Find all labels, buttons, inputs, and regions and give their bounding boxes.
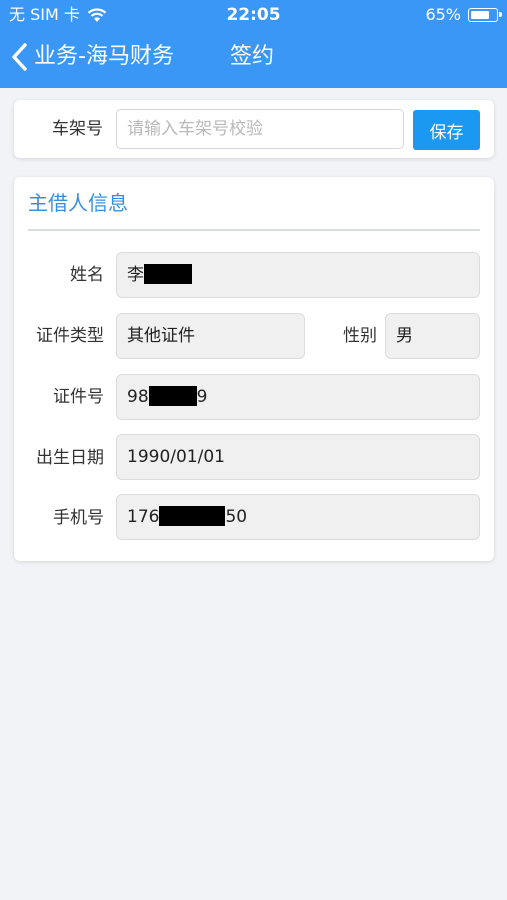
name-field: 李 <box>116 252 480 298</box>
id-type-value: 其他证件 <box>127 326 195 346</box>
redaction-bar <box>144 264 192 284</box>
id-type-field[interactable]: 其他证件 <box>116 313 305 359</box>
vin-input[interactable] <box>116 109 404 149</box>
section-title: 主借人信息 <box>28 191 128 215</box>
gender-value: 男 <box>396 326 413 346</box>
vin-card: 车架号 保存 <box>14 100 494 158</box>
id-number-suffix: 9 <box>196 387 208 407</box>
birth-field[interactable]: 1990/01/01 <box>116 434 480 480</box>
vin-label: 车架号 <box>52 119 103 139</box>
phone-prefix: 176 <box>127 507 160 527</box>
name-value: 李 <box>127 265 144 285</box>
app-header: 无 SIM 卡 22:05 65% 业务-海马财务 签约 <box>0 0 507 88</box>
back-button-label[interactable]: 业务-海马财务 <box>34 43 174 71</box>
battery-fill <box>471 11 490 19</box>
battery-percent: 65% <box>425 5 461 24</box>
gender-field[interactable]: 男 <box>385 313 480 359</box>
id-number-field: 98 9 <box>116 374 480 420</box>
birth-value: 1990/01/01 <box>127 447 225 467</box>
gender-label: 性别 <box>343 326 377 346</box>
battery-tip <box>499 12 502 17</box>
page-title: 签约 <box>230 44 275 69</box>
nav-bar: 业务-海马财务 签约 <box>0 36 507 80</box>
chevron-left-icon[interactable] <box>10 42 30 72</box>
save-button[interactable]: 保存 <box>413 110 480 150</box>
phone-field: 176 50 <box>116 494 480 540</box>
section-divider <box>28 229 480 231</box>
id-type-label: 证件类型 <box>36 326 104 346</box>
birth-label: 出生日期 <box>36 448 104 468</box>
name-label: 姓名 <box>70 265 104 285</box>
redaction-bar <box>159 506 226 526</box>
id-number-label: 证件号 <box>53 387 104 407</box>
borrower-card: 主借人信息 姓名 李 证件类型 其他证件 性别 男 证件号 98 9 出生日期 1… <box>14 177 494 561</box>
battery-icon <box>468 8 502 22</box>
id-number-prefix: 98 <box>127 387 149 407</box>
status-bar: 无 SIM 卡 22:05 65% <box>0 0 507 30</box>
redaction-bar <box>148 386 197 406</box>
phone-suffix: 50 <box>225 507 248 527</box>
phone-label: 手机号 <box>53 508 104 528</box>
